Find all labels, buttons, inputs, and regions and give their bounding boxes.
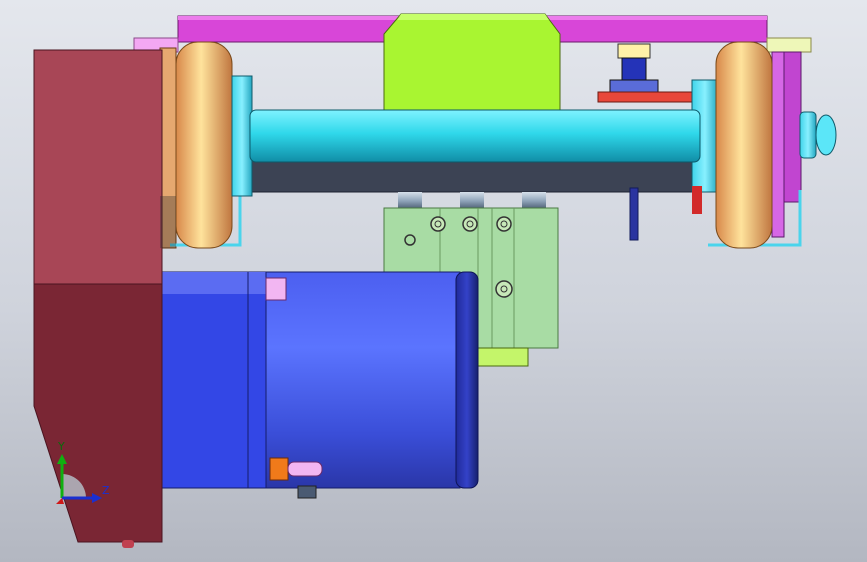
- center-bracket[interactable]: [383, 13, 561, 111]
- axis-triad: Y Z: [50, 440, 120, 510]
- support-rail[interactable]: [247, 157, 699, 193]
- main-shaft[interactable]: [249, 109, 701, 163]
- axis-label-z: Z: [102, 484, 110, 497]
- shaft-collar[interactable]: [160, 196, 176, 248]
- right-side-plate[interactable]: [771, 51, 802, 238]
- motor[interactable]: [161, 271, 479, 499]
- right-wheel-assembly[interactable]: [691, 41, 837, 249]
- cad-viewport[interactable]: Y Z: [0, 0, 867, 562]
- axis-label-y: Y: [58, 440, 65, 453]
- assembly-model[interactable]: [0, 0, 867, 562]
- top-fastener[interactable]: [597, 43, 693, 103]
